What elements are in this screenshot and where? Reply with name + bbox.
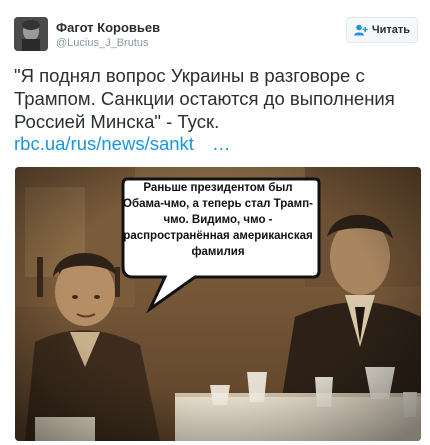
tweet-link-ellipsis: … xyxy=(211,133,231,154)
speech-bubble-text: Раньше президентом был Обама-чмо, а тепе… xyxy=(123,182,313,258)
tweet-link-url: rbc.ua/rus/news/sankt xyxy=(14,133,194,154)
tweet-card: Фагот Коровьев @Lucius_J_Brutus Читать "… xyxy=(0,0,430,445)
follow-button[interactable]: Читать xyxy=(346,17,418,43)
follow-button-label: Читать xyxy=(371,24,411,36)
tweet-text: "Я поднял вопрос Украины в разговоре с Т… xyxy=(14,65,395,132)
author-name[interactable]: Фагот Коровьев xyxy=(56,20,160,35)
tweet-link[interactable]: rbc.ua/rus/news/sankt … xyxy=(14,133,230,155)
author-handle[interactable]: @Lucius_J_Brutus xyxy=(56,37,149,49)
author-avatar[interactable] xyxy=(14,17,48,51)
add-user-icon xyxy=(353,24,368,36)
